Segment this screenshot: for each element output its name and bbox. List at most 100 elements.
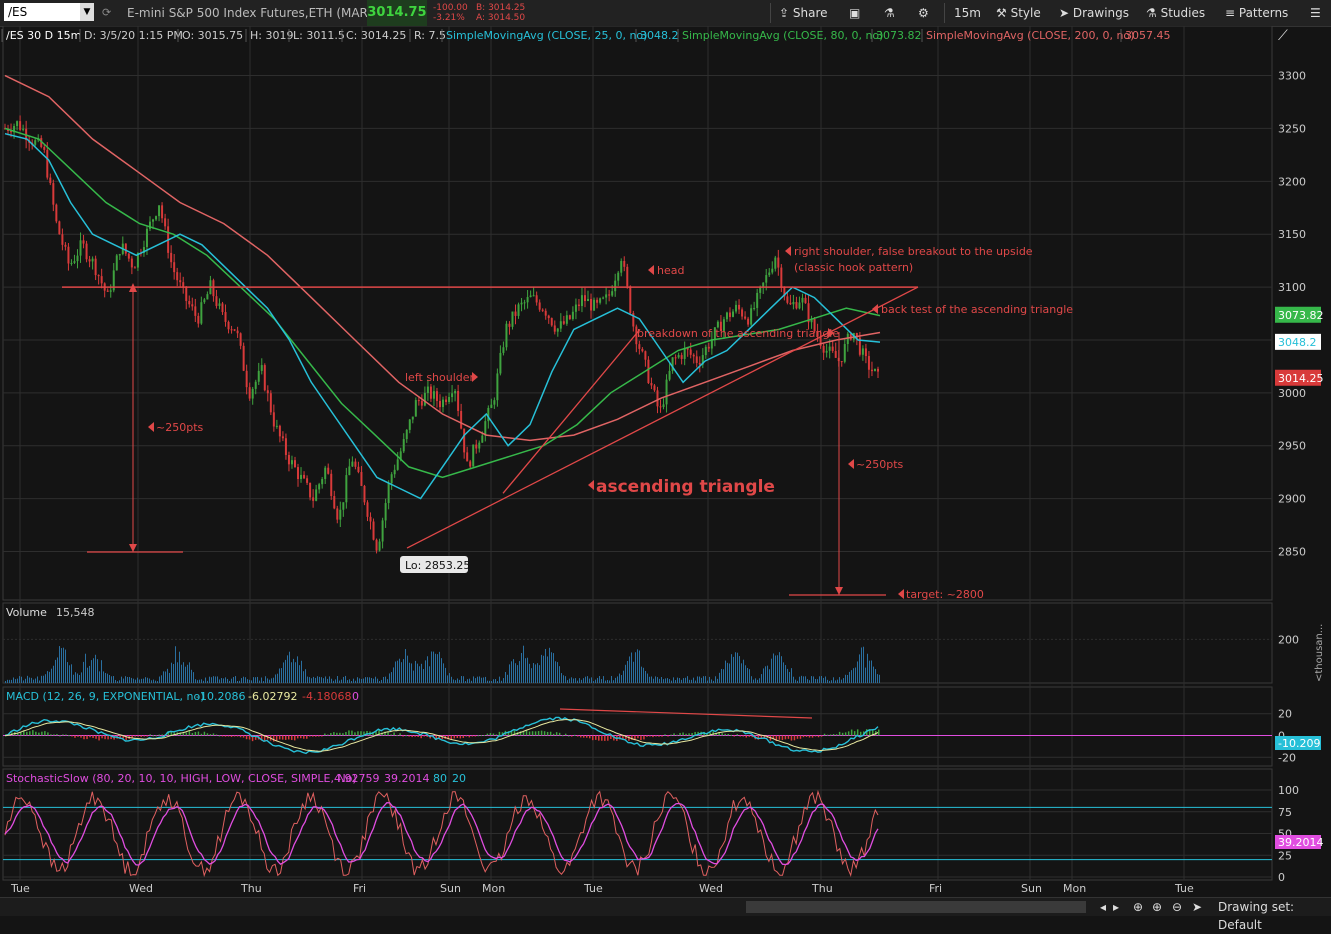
volume-bar bbox=[107, 673, 108, 683]
lock-icon[interactable]: ⟳ bbox=[102, 0, 111, 26]
annotation-target: target: ~2800 bbox=[906, 588, 984, 601]
image-icon[interactable]: ▣ bbox=[849, 0, 860, 26]
macd-histogram-bar bbox=[336, 732, 338, 736]
candle-body bbox=[541, 309, 544, 311]
macd-histogram-bar bbox=[396, 735, 398, 737]
volume-bar bbox=[93, 658, 94, 683]
volume-bar bbox=[461, 676, 462, 683]
candle-body bbox=[523, 302, 526, 304]
candle-body bbox=[641, 348, 644, 352]
candle-body bbox=[97, 275, 100, 277]
volume-bar bbox=[667, 678, 668, 683]
header-high: H: 3019 bbox=[250, 29, 293, 42]
macd-histogram-bar bbox=[212, 733, 215, 736]
volume-bar bbox=[337, 676, 338, 683]
volume-bar bbox=[545, 648, 546, 683]
candle-body bbox=[822, 345, 825, 353]
candle-body bbox=[786, 296, 789, 303]
draw-tool-icon[interactable]: ⟋ bbox=[1278, 28, 1288, 44]
volume-bar bbox=[411, 663, 412, 683]
macd-histogram-bar bbox=[47, 732, 49, 736]
timeframe-button[interactable]: 15m bbox=[954, 0, 981, 26]
drawing-set-label[interactable]: Drawing set: Default bbox=[1218, 898, 1331, 932]
volume-bar bbox=[219, 679, 220, 683]
volume-bar bbox=[727, 662, 728, 683]
flask-icon[interactable]: ⚗ bbox=[884, 0, 895, 26]
volume-bar bbox=[793, 676, 794, 683]
candle-body bbox=[351, 461, 354, 467]
style-button[interactable]: ⚒ Style bbox=[996, 0, 1041, 26]
candle-body bbox=[647, 359, 650, 384]
volume-bar bbox=[25, 678, 26, 683]
volume-bar bbox=[179, 651, 180, 683]
header-open: O: 3015.75 bbox=[182, 29, 243, 42]
volume-bar bbox=[549, 647, 550, 683]
volume-bar bbox=[507, 674, 508, 683]
share-button[interactable]: ⇪ Share bbox=[779, 0, 828, 26]
zoom-out-icon[interactable]: ⊖ bbox=[1172, 898, 1182, 916]
volume-bar bbox=[465, 681, 466, 683]
candle-body bbox=[517, 304, 520, 316]
patterns-button[interactable]: ≡ Patterns bbox=[1225, 0, 1288, 26]
menu-icon[interactable]: ☰ bbox=[1310, 0, 1321, 26]
candle-body bbox=[19, 121, 22, 130]
candle-body bbox=[562, 321, 565, 324]
candle-body bbox=[469, 461, 472, 467]
volume-bar bbox=[701, 677, 702, 683]
volume-bar bbox=[769, 669, 770, 683]
volume-bar bbox=[49, 671, 50, 683]
crosshair-icon[interactable]: ⊕ bbox=[1133, 898, 1143, 916]
volume-bar bbox=[271, 678, 272, 683]
last-price-flag: 3014.25 bbox=[1278, 372, 1324, 385]
volume-bar bbox=[847, 674, 848, 683]
symbol-input[interactable]: /ES ▼ bbox=[4, 3, 94, 21]
studies-button[interactable]: ⚗ Studies bbox=[1146, 0, 1205, 26]
candle-body bbox=[789, 302, 792, 305]
volume-bar bbox=[855, 667, 856, 683]
candle-body bbox=[804, 297, 807, 304]
stoch-tick-label: 75 bbox=[1278, 806, 1292, 819]
volume-bar bbox=[353, 678, 354, 683]
expand-icon[interactable]: ▸ bbox=[1113, 898, 1119, 916]
volume-bar bbox=[209, 676, 210, 683]
macd-histogram-bar bbox=[799, 735, 802, 739]
scroll-left-icon[interactable]: ◂ bbox=[1100, 898, 1106, 916]
horizontal-scrollbar[interactable] bbox=[746, 901, 1086, 913]
volume-bar bbox=[833, 677, 834, 683]
candle-body bbox=[638, 344, 641, 349]
macd-histogram-bar bbox=[655, 735, 657, 737]
volume-bar bbox=[135, 679, 136, 683]
candle-body bbox=[387, 483, 390, 504]
candle-body bbox=[617, 272, 620, 281]
volume-bar bbox=[653, 678, 654, 683]
studies-label: Studies bbox=[1160, 6, 1206, 20]
chart-canvas[interactable]: 2850290029503000305031003150320032503300… bbox=[0, 26, 1331, 897]
candle-body bbox=[345, 475, 348, 503]
macd-histogram-bar bbox=[59, 735, 61, 737]
candle-body bbox=[348, 466, 351, 476]
volume-bar bbox=[531, 668, 532, 683]
macd-histogram-bar bbox=[459, 735, 462, 739]
volume-bar bbox=[387, 679, 388, 683]
macd-histogram-bar bbox=[152, 735, 155, 737]
volume-bar bbox=[843, 678, 844, 683]
macd-histogram-bar bbox=[826, 734, 829, 736]
candle-body bbox=[626, 266, 629, 287]
sma80-flag: 3073.82 bbox=[1278, 309, 1324, 322]
volume-bar bbox=[19, 676, 20, 683]
macd-histogram-bar bbox=[643, 735, 645, 740]
cursor-icon[interactable]: ➤ bbox=[1192, 898, 1202, 916]
candle-body bbox=[152, 219, 155, 222]
macd-histogram-bar bbox=[853, 731, 856, 736]
zoom-in-icon[interactable]: ⊕ bbox=[1152, 898, 1162, 916]
volume-bar bbox=[849, 671, 850, 683]
volume-bar bbox=[417, 663, 418, 683]
candle-body bbox=[451, 393, 454, 398]
drawings-button[interactable]: ➤ Drawings bbox=[1059, 0, 1129, 26]
candle-body bbox=[520, 302, 523, 305]
chevron-down-icon[interactable]: ▼ bbox=[80, 3, 94, 21]
gear-icon[interactable]: ⚙ bbox=[918, 0, 929, 26]
style-icon: ⚒ bbox=[996, 6, 1011, 20]
candle-body bbox=[330, 473, 333, 497]
volume-bar bbox=[69, 665, 70, 683]
